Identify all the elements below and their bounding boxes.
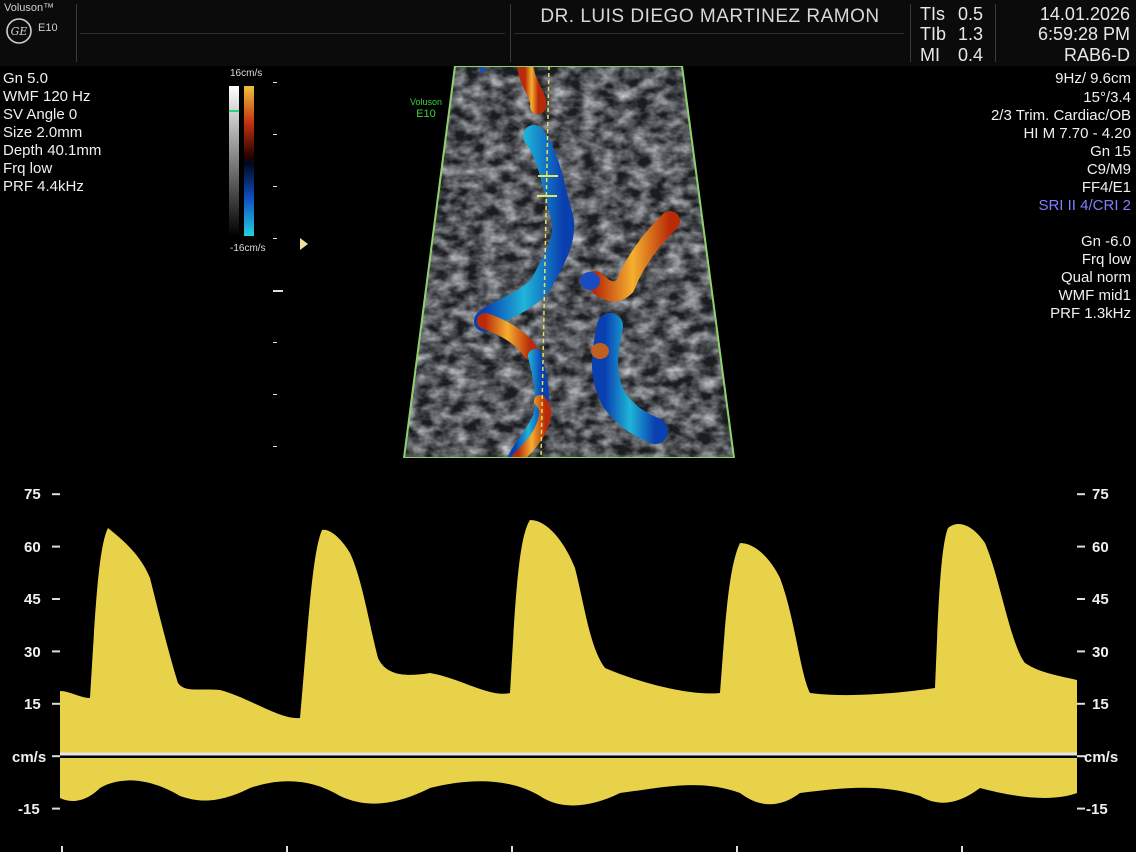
- doppler-param: WMF mid1: [1058, 287, 1132, 304]
- right-param: Gn 15: [1090, 143, 1131, 160]
- doppler-param: PRF 1.3kHz: [1050, 305, 1131, 322]
- right-param: 15°/3.4: [1083, 89, 1131, 106]
- depth-tick: [273, 82, 277, 83]
- y-tick-label: 60: [24, 539, 41, 556]
- sri-setting: SRI II 4/CRI 2: [1038, 197, 1131, 214]
- y-tick-label: 45: [1092, 591, 1109, 608]
- index-mi: MI 0.4: [920, 45, 983, 66]
- depth-tick: [273, 394, 277, 395]
- header-divider: [76, 4, 77, 62]
- b-mode-color-image: [402, 66, 736, 458]
- depth-tick: [273, 186, 277, 187]
- index-tis: TIs 0.5: [920, 4, 983, 25]
- param-frame-rate: 9Hz/ 9.6cm: [1055, 70, 1131, 87]
- index-value: 1.3: [958, 24, 984, 44]
- doppler-param: Frq low: [1081, 251, 1131, 268]
- param-depth: Depth 40.1mm: [3, 142, 102, 159]
- index-label: TIs: [920, 4, 945, 24]
- unit-label-right: cm/s: [1084, 749, 1119, 766]
- index-value: 0.5: [958, 4, 984, 24]
- index-value: 0.4: [958, 45, 984, 65]
- header-divider: [80, 33, 505, 34]
- right-param: FF4/E1: [1081, 179, 1131, 196]
- y-tick-label: 75: [1092, 486, 1109, 503]
- y-tick-label: 30: [1092, 644, 1109, 661]
- param-prf: PRF 4.4kHz: [3, 178, 84, 195]
- y-tick-label: 75: [24, 486, 41, 503]
- exam-time: 6:59:28 PM: [1037, 24, 1130, 44]
- color-scale-bottom: -16cm/s: [230, 243, 266, 254]
- param-size: Size 2.0mm: [3, 124, 83, 141]
- depth-tick: [273, 134, 277, 135]
- header-divider: [910, 4, 911, 62]
- y-tick-label: -15: [18, 801, 40, 818]
- index-tib: TIb 1.3: [920, 24, 983, 45]
- doppler-param: Qual norm: [1060, 269, 1131, 286]
- y-tick-label: 60: [1092, 539, 1109, 556]
- header-bar: Voluson™ GE E10 DR. LUIS DIEGO MARTINEZ …: [0, 0, 1136, 66]
- y-tick-label: 15: [24, 696, 41, 713]
- index-label: TIb: [920, 24, 947, 44]
- unit-label-left: cm/s: [12, 749, 47, 766]
- doppler-param: Gn -6.0: [1080, 233, 1131, 250]
- param-wmf: WMF 120 Hz: [3, 88, 91, 105]
- right-param: C9/M9: [1086, 161, 1131, 178]
- y-tick-label: 30: [24, 644, 41, 661]
- doctor-name: DR. LUIS DIEGO MARTINEZ RAMON: [540, 6, 880, 27]
- header-divider: [514, 33, 904, 34]
- param-gain: Gn 5.0: [3, 70, 49, 87]
- focus-marker: [273, 290, 283, 292]
- depth-tick: [273, 342, 277, 343]
- depth-tick: [273, 446, 277, 447]
- param-freq: Frq low: [3, 160, 53, 177]
- watermark-line2: E10: [416, 108, 436, 120]
- y-tick-label: 15: [1092, 696, 1109, 713]
- header-divider: [995, 4, 996, 62]
- y-tick-label: -15: [1086, 801, 1108, 818]
- brand-label: Voluson™: [4, 2, 55, 14]
- right-param: 2/3 Trim. Cardiac/OB: [990, 107, 1131, 124]
- y-tick-label: 45: [24, 591, 41, 608]
- ge-logo-icon: GE: [6, 18, 32, 44]
- probe-name: RAB6-D: [1063, 45, 1130, 65]
- watermark-line1: Voluson: [409, 97, 443, 107]
- left-params: Gn 5.0 WMF 120 Hz SV Angle 0 Size 2.0mm …: [3, 70, 101, 196]
- depth-tick: [273, 238, 277, 239]
- color-scale-top: 16cm/s: [230, 68, 263, 79]
- model-label: E10: [38, 22, 58, 34]
- svg-text:GE: GE: [11, 25, 28, 38]
- right-param: HI M 7.70 - 4.20: [1023, 125, 1131, 142]
- exam-date: 14.01.2026: [1039, 4, 1130, 24]
- index-label: MI: [920, 45, 940, 65]
- param-sv-angle: SV Angle 0: [3, 106, 78, 123]
- color-scale-bar: [229, 86, 254, 236]
- focus-arrow-icon: [300, 238, 308, 250]
- spectral-doppler-trace: [52, 493, 1085, 852]
